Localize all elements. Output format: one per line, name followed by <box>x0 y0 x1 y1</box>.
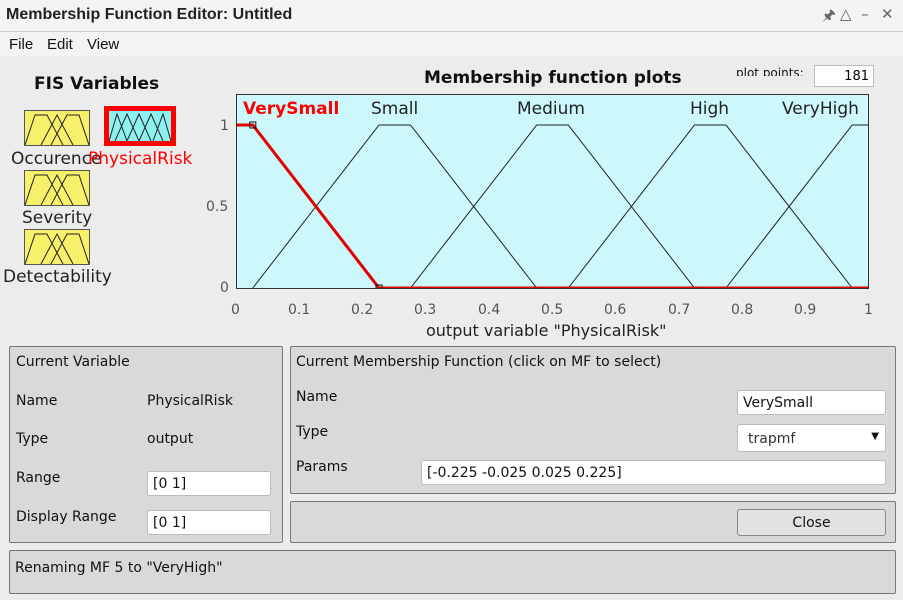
variable-type-value: output <box>147 431 194 447</box>
mf-name-label: Name <box>296 389 338 405</box>
window-title: Membership Function Editor: Untitled <box>6 6 293 23</box>
x-tick-label: 0.9 <box>794 302 817 318</box>
type-label: Type <box>16 431 49 447</box>
x-tick-label: 0.6 <box>604 302 627 318</box>
mf-plot-svg[interactable] <box>237 95 868 288</box>
close-button[interactable]: Close <box>737 509 886 536</box>
variable-box-severity[interactable] <box>24 170 90 206</box>
mf-shape-icon <box>108 112 172 142</box>
variable-label-severity[interactable]: Severity <box>22 208 92 228</box>
display-range-label: Display Range <box>16 509 117 525</box>
mf-type-value: trapmf <box>748 431 796 447</box>
x-tick-label: 0 <box>231 302 240 318</box>
mf-shape-icon <box>24 232 90 265</box>
mf-label-small[interactable]: Small <box>371 99 418 119</box>
current-variable-header: Current Variable <box>16 354 130 370</box>
menu-bar <box>0 32 903 56</box>
x-tick-label: 1 <box>864 302 873 318</box>
x-tick-label: 0.1 <box>288 302 311 318</box>
name-label: Name <box>16 393 58 409</box>
mf-curve-high[interactable] <box>567 124 853 288</box>
minimize-icon[interactable]: – <box>861 5 869 23</box>
x-tick-label: 0.8 <box>731 302 754 318</box>
status-text: Renaming MF 5 to "VeryHigh" <box>15 560 223 576</box>
mf-type-select[interactable]: trapmf ▼ <box>737 424 886 452</box>
mf-name-input[interactable]: VerySmall <box>737 390 886 415</box>
x-tick-label: 0.5 <box>541 302 564 318</box>
x-tick-label: 0.4 <box>478 302 501 318</box>
variable-box-physicalrisk[interactable] <box>104 106 176 146</box>
y-tick-label: 0 <box>220 280 229 296</box>
variable-label-detectability[interactable]: Detectability <box>3 267 112 287</box>
range-input[interactable]: [0 1] <box>147 471 271 496</box>
close-window-icon[interactable]: ✕ <box>881 5 894 23</box>
menu-file[interactable]: File <box>9 36 33 53</box>
params-label: Params <box>296 459 348 475</box>
variable-name-value: PhysicalRisk <box>147 393 233 409</box>
variable-box-occurence[interactable] <box>24 110 90 146</box>
title-bar: Membership Function Editor: Untitled 🖈 △… <box>0 0 903 32</box>
x-tick-label: 0.7 <box>668 302 691 318</box>
y-tick-label: 0.5 <box>206 199 229 215</box>
params-input[interactable]: [-0.225 -0.025 0.025 0.225] <box>421 460 886 485</box>
variable-label-physicalrisk[interactable]: PhysicalRisk <box>88 149 192 169</box>
current-mf-header: Current Membership Function (click on MF… <box>296 354 662 370</box>
plot-points-label: plot points: <box>736 66 804 76</box>
current-mf-panel: Current Membership Function (click on MF… <box>290 346 896 494</box>
mf-curve-small[interactable] <box>252 124 538 288</box>
menu-view[interactable]: View <box>87 36 119 53</box>
y-tick-label: 1 <box>220 118 229 134</box>
mf-plot-area[interactable] <box>236 94 869 289</box>
plot-title: Membership function plots <box>424 68 682 88</box>
current-variable-panel: Current Variable Name PhysicalRisk Type … <box>9 346 283 543</box>
mf-curve-medium[interactable] <box>410 124 695 288</box>
range-label: Range <box>16 470 61 486</box>
display-range-input[interactable]: [0 1] <box>147 510 271 535</box>
status-bar: Renaming MF 5 to "VeryHigh" <box>9 550 896 594</box>
mf-shape-icon <box>24 173 90 206</box>
x-axis-label: output variable "PhysicalRisk" <box>426 321 667 340</box>
mf-label-verysmall[interactable]: VerySmall <box>243 99 339 119</box>
variable-box-detectability[interactable] <box>24 229 90 265</box>
fis-variables-title: FIS Variables <box>34 74 160 94</box>
mf-curve-veryhigh[interactable] <box>725 124 868 288</box>
mf-shape-icon <box>24 113 90 146</box>
menu-edit[interactable]: Edit <box>47 36 73 53</box>
button-panel: Close <box>290 501 896 543</box>
mf-label-high[interactable]: High <box>690 99 729 119</box>
x-tick-label: 0.3 <box>414 302 437 318</box>
x-tick-label: 0.2 <box>351 302 374 318</box>
chevron-down-icon: ▼ <box>871 431 879 442</box>
plot-points-input[interactable]: 181 <box>814 65 874 87</box>
mf-type-label: Type <box>296 424 329 440</box>
maximize-icon[interactable]: △ <box>840 5 852 23</box>
pin-icon[interactable]: 🖈 <box>822 5 836 30</box>
mf-label-veryhigh[interactable]: VeryHigh <box>782 99 859 119</box>
mf-label-medium[interactable]: Medium <box>517 99 585 119</box>
mf-curve-verysmall[interactable] <box>237 123 868 288</box>
